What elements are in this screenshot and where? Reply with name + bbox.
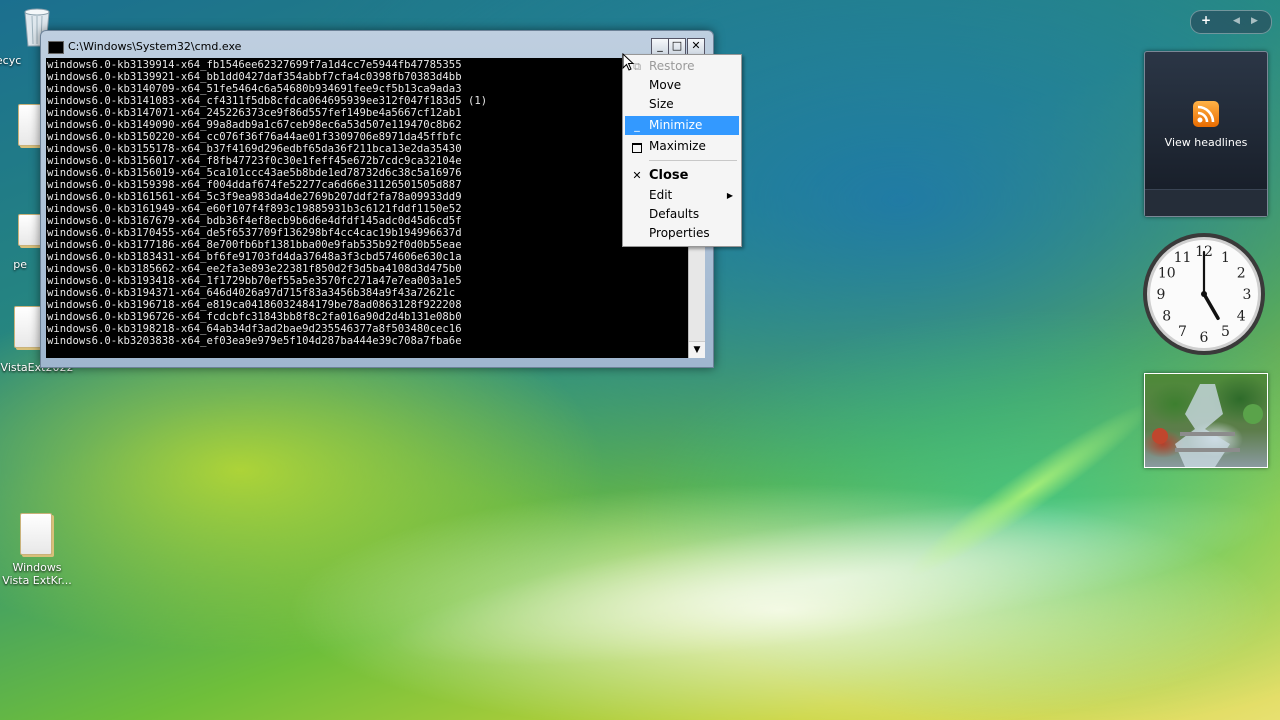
window-title: C:\Windows\System32\cmd.exe [68, 40, 242, 53]
clock-number: 2 [1237, 266, 1246, 282]
clock-number: 8 [1162, 309, 1171, 325]
wallpaper-swoosh [895, 387, 1165, 593]
close-icon: ✕ [632, 169, 642, 182]
system-menu: ⧉ Restore Move Size _ Minimize Maximize … [622, 54, 742, 247]
waterfall-photo [1152, 384, 1263, 467]
next-page-icon[interactable]: ▶ [1251, 16, 1258, 26]
menu-item-properties[interactable]: Properties [625, 224, 739, 243]
clock-number: 4 [1237, 309, 1246, 325]
previous-page-icon[interactable]: ◀ [1233, 16, 1240, 26]
submenu-arrow-icon: ▶ [726, 191, 733, 200]
close-button[interactable]: ✕ [687, 38, 705, 55]
view-headlines-link[interactable]: View headlines [1145, 136, 1267, 149]
mouse-cursor-icon [622, 53, 634, 71]
menu-item-size[interactable]: Size [625, 95, 739, 114]
add-gadget-icon[interactable]: + [1201, 13, 1211, 27]
minimize-icon: _ [634, 119, 640, 132]
menu-item-maximize[interactable]: Maximize [625, 137, 739, 156]
menu-separator [649, 160, 737, 161]
minimize-button[interactable]: _ [651, 38, 669, 55]
sidebar-controls: + ◀ ▶ [1190, 10, 1272, 34]
menu-item-close[interactable]: ✕ Close [625, 166, 739, 185]
clock-number: 6 [1200, 330, 1209, 346]
menu-item-restore[interactable]: ⧉ Restore [625, 57, 739, 76]
console-output[interactable]: windows6.0-kb3139914-x64_fb1546ee6232769… [46, 58, 688, 358]
maximize-button[interactable]: □ [668, 38, 686, 55]
maximize-icon [631, 137, 643, 159]
desktop-icon-label: Recyc [0, 54, 22, 67]
scroll-down-arrow-icon[interactable]: ▼ [689, 341, 705, 358]
clock-number: 1 [1221, 250, 1230, 266]
menu-item-edit[interactable]: Edit ▶ [625, 186, 739, 205]
slideshow-gadget[interactable] [1144, 373, 1268, 468]
clock-number: 10 [1158, 266, 1176, 282]
clock-gadget[interactable]: 121234567891011 [1142, 232, 1266, 356]
menu-item-minimize[interactable]: _ Minimize [625, 116, 739, 135]
clock-number: 9 [1157, 287, 1166, 303]
cmd-window[interactable]: C:\Windows\System32\cmd.exe _ □ ✕ window… [40, 30, 714, 368]
title-bar[interactable]: C:\Windows\System32\cmd.exe _ □ ✕ [41, 31, 713, 57]
feed-footer [1145, 189, 1267, 216]
menu-item-move[interactable]: Move [625, 76, 739, 95]
rss-icon [1193, 101, 1219, 127]
feed-headlines-gadget[interactable]: View headlines [1144, 51, 1268, 217]
clock-number: 11 [1174, 250, 1192, 266]
wallpaper-swoosh [376, 457, 1280, 703]
desktop-icon-windows-vista-extkr[interactable]: Windows Vista ExtKr... [0, 513, 74, 587]
clock-number: 5 [1221, 324, 1230, 340]
menu-item-defaults[interactable]: Defaults [625, 205, 739, 224]
clock-number: 7 [1178, 324, 1187, 340]
console-lines: windows6.0-kb3139914-x64_fb1546ee6232769… [47, 59, 488, 347]
cmd-icon[interactable] [48, 41, 64, 54]
document-icon [20, 513, 52, 555]
desktop-icon-label: Windows Vista ExtKr... [2, 561, 72, 587]
clock-number: 3 [1243, 287, 1252, 303]
